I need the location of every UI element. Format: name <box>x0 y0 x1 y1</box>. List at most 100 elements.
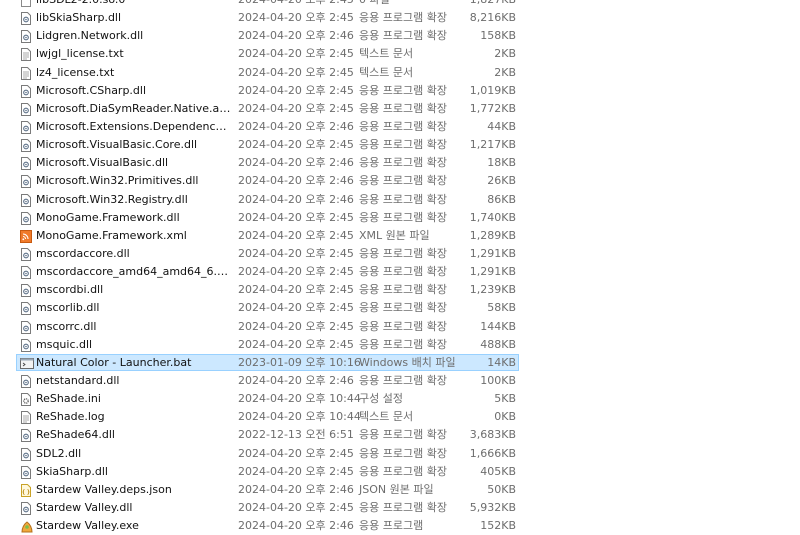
file-row[interactable]: Microsoft.VisualBasic.Core.dll 2024-04-20… <box>0 136 800 154</box>
file-size: 144KB <box>480 319 516 333</box>
file-row[interactable]: Lidgren.Network.dll 2024-04-20 오후 2:46 응용 … <box>0 27 800 45</box>
json-file-icon <box>20 483 32 497</box>
file-modified-date: 2024-04-20 오후 2:45 <box>238 11 354 25</box>
file-name: Stardew Valley.deps.json <box>36 482 172 496</box>
file-row[interactable]: Stardew Valley.exe 2024-04-20 오후 2:46 응용 프… <box>0 517 800 535</box>
file-modified-date: 2024-04-20 오후 2:45 <box>238 210 354 224</box>
file-modified-date: 2024-04-20 오후 2:45 <box>238 500 354 514</box>
file-size: 3,683KB <box>469 428 516 442</box>
file-row-selected[interactable]: Natural Color - Launcher.bat 2023-01-09 오… <box>0 353 800 372</box>
file-modified-date: 2024-04-20 오후 2:46 <box>238 29 354 43</box>
file-modified-date: 2024-04-20 오후 2:45 <box>238 265 354 279</box>
file-size: 1,239KB <box>469 283 516 297</box>
file-size: 2KB <box>494 47 516 61</box>
file-modified-date: 2024-04-20 오후 2:45 <box>238 0 354 9</box>
file-name: Microsoft.Win32.Primitives.dll <box>36 174 199 188</box>
file-modified-date: 2024-04-20 오후 2:45 <box>238 301 354 315</box>
dll-file-icon <box>20 266 32 280</box>
file-name: ReShade.log <box>36 410 105 424</box>
file-modified-date: 2024-04-20 오후 2:45 <box>238 83 354 97</box>
dll-file-icon <box>20 139 32 153</box>
file-name: mscordbi.dll <box>36 283 104 297</box>
file-row[interactable]: ReShade.log 2024-04-20 오후 10:44 텍스트 문서 0KB <box>0 408 800 426</box>
file-row[interactable]: netstandard.dll 2024-04-20 오후 2:46 응용 프로그램… <box>0 372 800 390</box>
file-row[interactable]: Microsoft.Win32.Registry.dll 2024-04-20 오… <box>0 191 800 209</box>
file-row[interactable]: ReShade.ini 2024-04-20 오후 10:44 구성 설정 5KB <box>0 390 800 408</box>
file-size: 26KB <box>487 174 516 188</box>
file-name: libSDL2-2.0.so.0 <box>36 0 232 9</box>
file-size: 1,827KB <box>440 0 516 9</box>
file-size: 405KB <box>480 464 516 478</box>
file-size: 0KB <box>494 410 516 424</box>
file-size: 2KB <box>494 65 516 79</box>
file-size: 50KB <box>487 482 516 496</box>
file-row[interactable]: mscordaccore.dll 2024-04-20 오후 2:45 응용 프로그… <box>0 245 800 263</box>
dll-file-icon <box>20 247 32 261</box>
bat-file-icon <box>20 357 34 369</box>
dll-file-icon <box>20 447 32 461</box>
text-file-icon <box>20 66 32 80</box>
file-row[interactable]: libSDL2-2.0.so.02024-04-20 오후 2:450 파일1,… <box>0 0 800 9</box>
file-name: Microsoft.Extensions.DependencyInjecti..… <box>36 119 232 133</box>
file-size: 1,740KB <box>469 210 516 224</box>
file-size: 1,666KB <box>469 446 516 460</box>
dll-file-icon <box>20 284 32 298</box>
file-size: 158KB <box>480 29 516 43</box>
dll-file-icon <box>20 30 32 44</box>
file-name: mscorlib.dll <box>36 301 100 315</box>
file-row[interactable]: Microsoft.Win32.Primitives.dll 2024-04-20… <box>0 172 800 190</box>
file-row[interactable]: Microsoft.VisualBasic.dll 2024-04-20 오후 2… <box>0 154 800 172</box>
file-row[interactable]: Microsoft.CSharp.dll 2024-04-20 오후 2:45 응용… <box>0 82 800 100</box>
file-row[interactable]: libSkiaSharp.dll 2024-04-20 오후 2:45 응용 프로그… <box>0 9 800 27</box>
file-modified-date: 2024-04-20 오후 2:45 <box>238 228 354 242</box>
file-name: Microsoft.VisualBasic.Core.dll <box>36 138 198 152</box>
file-name: Stardew Valley.dll <box>36 500 133 514</box>
file-name: ReShade64.dll <box>36 428 115 442</box>
file-size: 58KB <box>487 301 516 315</box>
file-size: 100KB <box>480 373 516 387</box>
file-modified-date: 2024-04-20 오후 2:46 <box>238 519 354 533</box>
file-row[interactable]: mscordbi.dll 2024-04-20 오후 2:45 응용 프로그램 확장… <box>0 281 800 299</box>
ini-file-icon <box>20 393 32 407</box>
file-row[interactable]: Microsoft.DiaSymReader.Native.amd64.dll 2… <box>0 100 800 118</box>
file-row[interactable]: SDL2.dll 2024-04-20 오후 2:45 응용 프로그램 확장 1,66… <box>0 445 800 463</box>
file-name: msquic.dll <box>36 337 93 351</box>
file-modified-date: 2024-04-20 오후 2:46 <box>238 174 354 188</box>
file-name: SDL2.dll <box>36 446 82 460</box>
file-modified-date: 2024-04-20 오후 2:45 <box>238 47 354 61</box>
file-row[interactable]: SkiaSharp.dll 2024-04-20 오후 2:45 응용 프로그램 확… <box>0 463 800 481</box>
file-name: MonoGame.Framework.dll <box>36 210 180 224</box>
file-list: libSDL2-2.0.so.02024-04-20 오후 2:450 파일1,… <box>0 0 800 535</box>
file-modified-date: 2024-04-20 오후 10:44 <box>238 410 361 424</box>
dll-file-icon <box>20 302 32 316</box>
file-row[interactable]: Stardew Valley.dll 2024-04-20 오후 2:45 응용 프… <box>0 499 800 517</box>
file-size: 14KB <box>487 355 516 369</box>
file-modified-date: 2024-04-20 오후 2:45 <box>238 319 354 333</box>
file-row[interactable]: MonoGame.Framework.dll 2024-04-20 오후 2:45… <box>0 209 800 227</box>
file-size: 5KB <box>494 392 516 406</box>
file-size: 1,291KB <box>469 246 516 260</box>
file-modified-date: 2024-04-20 오후 2:46 <box>238 156 354 170</box>
file-row[interactable]: mscordaccore_amd64_amd64_6.0.1122.5... 20… <box>0 263 800 281</box>
file-size: 1,772KB <box>469 101 516 115</box>
dll-file-icon <box>20 12 32 26</box>
file-row[interactable]: lz4_license.txt 2024-04-20 오후 2:45 텍스트 문서 2… <box>0 64 800 82</box>
file-row[interactable]: Stardew Valley.deps.json 2024-04-20 오후 2:… <box>0 481 800 499</box>
file-modified-date: 2023-01-09 오후 10:16 <box>238 355 361 369</box>
file-row[interactable]: msquic.dll 2024-04-20 오후 2:45 응용 프로그램 확장 48… <box>0 336 800 354</box>
dll-file-icon <box>20 338 32 352</box>
file-row[interactable]: mscorrc.dll 2024-04-20 오후 2:45 응용 프로그램 확장 1… <box>0 318 800 336</box>
file-size: 1,289KB <box>469 228 516 242</box>
file-modified-date: 2024-04-20 오후 2:45 <box>238 101 354 115</box>
file-name: MonoGame.Framework.xml <box>36 228 187 242</box>
file-row[interactable]: Microsoft.Extensions.DependencyInjecti..… <box>0 118 800 136</box>
file-row[interactable]: ReShade64.dll 2022-12-13 오전 6:51 응용 프로그램 확… <box>0 426 800 444</box>
file-row[interactable]: mscorlib.dll 2024-04-20 오후 2:45 응용 프로그램 확장… <box>0 299 800 317</box>
file-size: 44KB <box>487 119 516 133</box>
file-row[interactable]: lwjgl_license.txt 2024-04-20 오후 2:45 텍스트 문… <box>0 45 800 63</box>
file-row[interactable]: MonoGame.Framework.xml 2024-04-20 오후 2:45… <box>0 227 800 245</box>
file-name: Microsoft.VisualBasic.dll <box>36 156 169 170</box>
file-name: lz4_license.txt <box>36 65 115 79</box>
file-modified-date: 2024-04-20 오후 2:45 <box>238 138 354 152</box>
dll-file-icon <box>20 501 32 515</box>
